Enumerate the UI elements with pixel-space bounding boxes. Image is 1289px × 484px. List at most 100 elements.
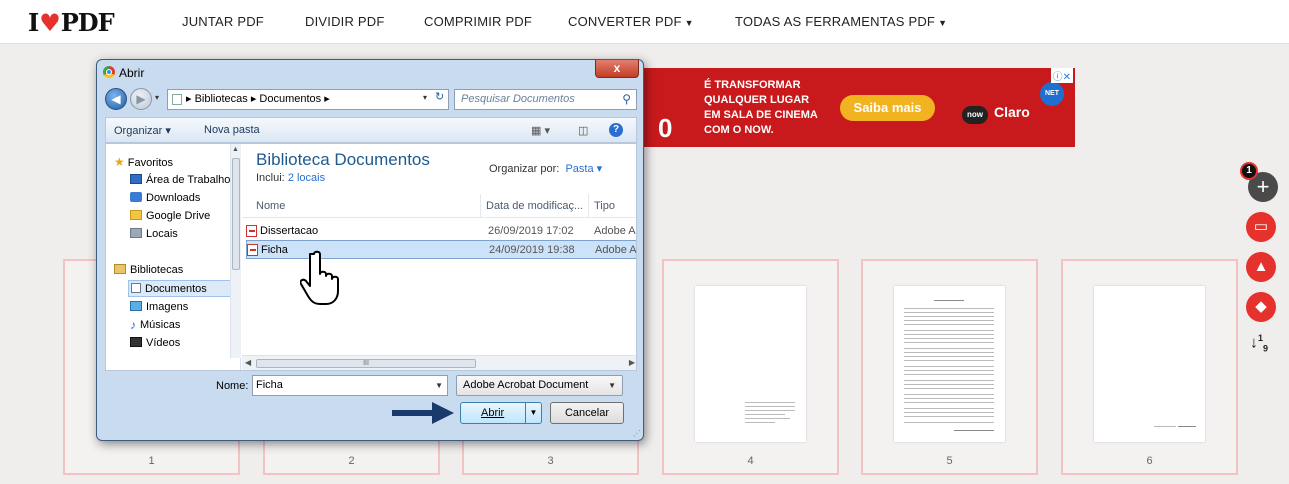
page-thumbnail[interactable]: 5 [861,259,1038,475]
open-file-dialog: Abrir x ◀ ▶ ▾ ▸ Bibliotecas ▸ Documentos… [96,59,644,441]
downloads-icon [130,192,142,202]
locations-icon [130,228,142,238]
now-logo: now [962,106,988,124]
search-icon: ⚲ [622,92,631,106]
ilovepdf-logo[interactable]: I ♥ PDF [28,8,115,37]
page-thumbnail[interactable]: 6 [1061,259,1238,475]
scroll-thumb[interactable] [232,158,240,270]
nav-pane-scrollbar[interactable]: ▲ [230,144,241,358]
file-modified: 26/09/2019 17:02 [488,225,574,237]
dropbox-icon[interactable]: ◆ [1246,292,1276,322]
page-preview [894,286,1005,442]
nav-locations[interactable]: Locais [130,226,178,243]
new-folder-button[interactable]: Nova pasta [204,124,260,136]
back-arrow-icon[interactable]: ◀ [105,88,127,110]
library-title: Biblioteca Documentos [256,150,430,169]
address-bar[interactable]: ▸ Bibliotecas ▸ Documentos ▸ [167,89,449,110]
search-input[interactable]: Pesquisar Documentos ⚲ [454,89,637,110]
scroll-right-icon[interactable]: ▶ [629,358,635,367]
nav-documents[interactable]: Documentos [128,280,236,297]
annotation-arrow-icon [392,402,454,424]
nav-favorites[interactable]: ★ Favoritos [114,154,173,171]
star-icon: ★ [114,155,125,169]
nav-convert-pdf[interactable]: CONVERTER PDF ▼ [568,14,694,29]
refresh-icon[interactable]: ↻ [435,88,444,107]
nav-all-tools[interactable]: TODAS AS FERRAMENTAS PDF ▼ [735,14,947,29]
nav-images[interactable]: Imagens [130,299,188,316]
preview-pane-icon[interactable]: ◫ [578,124,588,137]
logo-text-left: I [28,8,39,37]
music-icon: ♪ [130,318,136,332]
organize-button[interactable]: Organizar ▾ [114,124,171,137]
computer-upload-icon[interactable]: ▭ [1246,212,1276,242]
scroll-left-icon[interactable]: ◀ [245,358,251,367]
page-preview [1094,286,1205,442]
folder-icon [172,94,182,105]
filetype-select[interactable]: Adobe Acrobat Document ▼ [456,375,623,396]
filename-input[interactable]: Ficha ▼ [252,375,448,396]
desktop-icon [130,174,142,184]
help-icon[interactable]: ? [609,123,623,137]
file-name: Dissertacao [260,225,319,237]
close-button[interactable]: x [595,60,639,78]
libraries-icon [114,264,126,274]
page-number: 1 [148,455,155,467]
file-type: Adobe Ac [595,244,637,256]
address-row: ◀ ▶ ▾ ▸ Bibliotecas ▸ Documentos ▸ ▾ ↻ P… [105,88,637,112]
nav-music[interactable]: ♪ Músicas [130,317,180,334]
pdf-file-icon [247,244,258,256]
page-number: 2 [348,455,355,467]
resize-grip-icon[interactable]: ⋰ [633,429,641,438]
column-type[interactable]: Tipo [594,200,615,212]
column-headers: Nome Data de modificaç... Tipo [242,194,636,218]
nav-split-pdf[interactable]: DIVIDIR PDF [305,14,384,29]
nav-google-drive[interactable]: Google Drive [130,208,210,225]
ad-cta-button[interactable]: Saiba mais [840,95,935,121]
images-icon [130,301,142,311]
nav-videos[interactable]: Vídeos [130,335,180,352]
ad-headline: É TRANSFORMAR QUALQUER LUGAR EM SALA DE … [704,79,818,136]
caret-down-icon: ▼ [938,18,948,28]
file-row[interactable]: Dissertacao 26/09/2019 17:02 Adobe Ac [246,222,637,241]
top-navigation-bar: I ♥ PDF JUNTAR PDF DIVIDIR PDF COMPRIMIR… [0,0,1289,44]
ad-choices-icon[interactable]: ⓘ✕ [1050,68,1073,83]
nav-compress-pdf[interactable]: COMPRIMIR PDF [424,14,532,29]
nav-merge-pdf[interactable]: JUNTAR PDF [182,14,264,29]
file-count-badge: 1 [1240,162,1258,180]
view-options-icon[interactable]: ▦ ▾ [531,124,550,137]
open-split-dropdown-icon[interactable]: ▼ [525,403,541,423]
sort-pages-icon[interactable]: ↓19 [1250,333,1268,354]
column-name[interactable]: Nome [256,200,285,212]
recent-pages-dropdown-icon[interactable]: ▾ [155,93,159,102]
caret-down-icon: ▼ [684,18,694,28]
address-dropdown-icon[interactable]: ▾ [423,88,427,107]
organize-by-dropdown[interactable]: Pasta ▾ [565,163,602,175]
nav-desktop[interactable]: Área de Trabalho [130,172,230,189]
filename-label: Nome: [216,380,249,392]
forward-arrow-icon[interactable]: ▶ [130,88,152,110]
scroll-up-icon[interactable]: ▲ [232,146,239,153]
library-locations-link[interactable]: 2 locais [288,172,325,184]
open-button[interactable]: Abrir ▼ [460,402,542,424]
add-files-button[interactable]: + 1 [1240,162,1278,202]
page-number: 6 [1146,455,1153,467]
dropdown-arrow-icon[interactable]: ▼ [435,376,443,395]
nav-downloads[interactable]: Downloads [130,190,200,207]
heart-icon: ♥ [39,8,60,37]
file-type: Adobe Ac [594,225,637,237]
ad-partial-text: 0 [658,113,673,143]
column-modified[interactable]: Data de modificaç... [486,200,583,212]
ad-banner[interactable]: 0 É TRANSFORMAR QUALQUER LUGAR EM SALA D… [640,68,1075,147]
nav-libraries[interactable]: Bibliotecas [114,262,183,279]
hand-cursor-icon [300,250,339,305]
dialog-title: Abrir [119,66,145,80]
google-drive-icon[interactable]: ▲ [1246,252,1276,282]
scroll-thumb[interactable]: III [256,359,476,368]
page-number: 4 [747,455,754,467]
horizontal-scrollbar[interactable]: ◀ III ▶ [242,355,636,370]
claro-logo: Claro [994,104,1030,120]
logo-text-right: PDF [60,8,115,37]
cancel-button[interactable]: Cancelar [550,402,624,424]
dropdown-arrow-icon: ▼ [608,381,616,390]
page-thumbnail[interactable]: 4 [662,259,839,475]
